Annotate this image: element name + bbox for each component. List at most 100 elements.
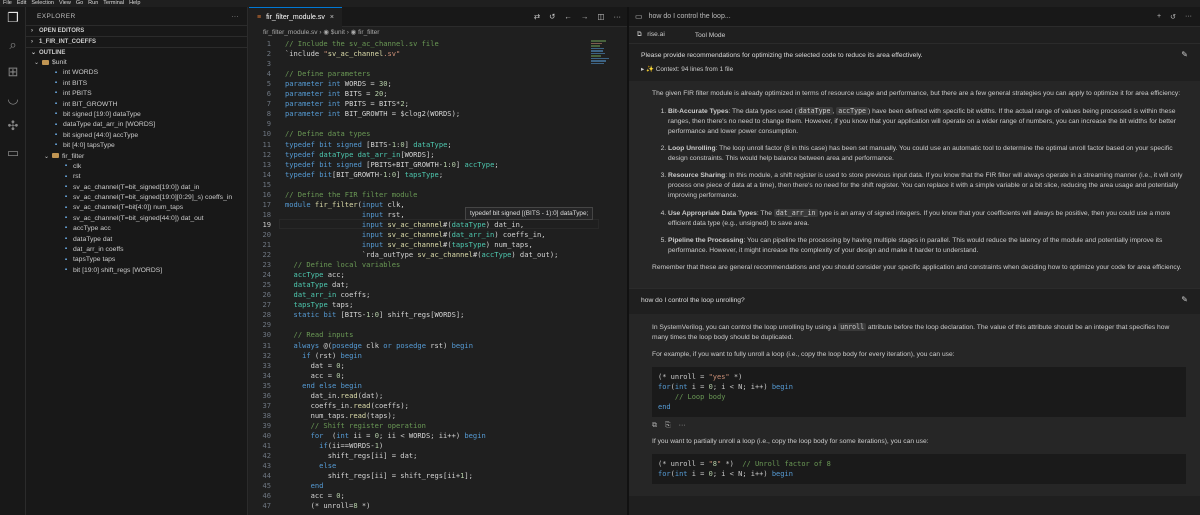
outline-item[interactable]: ▪ clk: [26, 162, 247, 172]
insert-icon[interactable]: ⎘: [665, 421, 671, 431]
split-editor-icon[interactable]: ◫: [597, 12, 604, 21]
outline-item[interactable]: ▪ int WORDS: [26, 68, 247, 78]
search-icon[interactable]: ⌕: [5, 37, 21, 53]
code-line[interactable]: dat_in.read(dat);: [285, 391, 384, 400]
code-line[interactable]: parameter int BITS = 20;: [285, 89, 388, 98]
code-line[interactable]: // Include the sv_ac_channel.sv file: [285, 39, 439, 48]
code-line[interactable]: module fir_filter(input clk,: [285, 200, 405, 209]
code-block[interactable]: (* unroll = "8" *) // Unroll factor of 8…: [652, 454, 1186, 484]
more-actions-icon[interactable]: ···: [231, 13, 239, 20]
tab-fir-filter-module[interactable]: ≡ fir_filter_module.sv ×: [249, 7, 342, 27]
more-icon[interactable]: ···: [679, 421, 686, 431]
code-line[interactable]: parameter int BIT_GROWTH = $clog2(WORDS)…: [285, 109, 460, 118]
outline-item[interactable]: ▪ sv_ac_channel(T=bit_signed[19:0][0:29]_…: [26, 193, 247, 203]
code-line[interactable]: static bit [BITS-1:0] shift_regs[WORDS];: [285, 310, 465, 319]
code-line[interactable]: if (rst) begin: [285, 351, 362, 360]
outline-item[interactable]: ▪ sv_ac_channel(T=bit_signed[44:0]) dat_o…: [26, 214, 247, 224]
outline-item[interactable]: ▪ bit [19:0] shift_regs [WORDS]: [26, 266, 247, 276]
menu-item-file[interactable]: File: [3, 0, 12, 7]
menu-item-help[interactable]: Help: [129, 0, 140, 7]
history-icon[interactable]: ↺: [1170, 13, 1176, 21]
open-editors-section[interactable]: › OPEN EDITORS: [26, 25, 247, 36]
code-line[interactable]: typedef dataType dat_arr_in[WORDS];: [285, 150, 435, 159]
outline-item[interactable]: ⌄ $unit: [26, 58, 247, 68]
code-line[interactable]: num_taps.read(taps);: [285, 411, 396, 420]
code-line[interactable]: // Define parameters: [285, 69, 370, 78]
code-line[interactable]: dat = 0;: [285, 361, 345, 370]
code-line[interactable]: input sv_ac_channel#(dataType) dat_in,: [285, 220, 524, 229]
outline-item[interactable]: ▪ bit signed [19:0] dataType: [26, 110, 247, 120]
outline-item[interactable]: ▪ dataType dat_arr_in [WORDS]: [26, 120, 247, 130]
folder-section[interactable]: › 1_FIR_INT_COEFFS: [26, 36, 247, 47]
code-line[interactable]: `include "sv_ac_channel.sv": [285, 49, 400, 58]
outline-section[interactable]: ⌄ OUTLINE: [26, 47, 247, 58]
code-line[interactable]: dat_arr_in coeffs;: [285, 290, 371, 299]
outline-item[interactable]: ▪ dat_arr_in coeffs: [26, 245, 247, 255]
menu-item-selection[interactable]: Selection: [31, 0, 54, 7]
menu-item-view[interactable]: View: [59, 0, 71, 7]
code-line[interactable]: typedef bit signed [PBITS+BIT_GROWTH-1:0…: [285, 160, 499, 169]
code-line[interactable]: shift_regs[ii] = dat;: [285, 451, 418, 460]
code-line[interactable]: if(ii==WORDS-1): [285, 441, 383, 450]
outline-item[interactable]: ▪ int PBITS: [26, 89, 247, 99]
outline-item[interactable]: ▪ tapsType taps: [26, 255, 247, 265]
outline-item[interactable]: ▪ int BITS: [26, 79, 247, 89]
tool-mode-label[interactable]: Tool Mode: [695, 32, 725, 39]
smiley-icon[interactable]: ◡: [5, 91, 21, 107]
outline-item[interactable]: ⌄ fir_filter: [26, 152, 247, 162]
outline-item[interactable]: ▪ bit [4:0] tapsType: [26, 141, 247, 151]
code-line[interactable]: `rda_outType sv_ac_channel#(accType) dat…: [285, 250, 559, 259]
code-line[interactable]: typedef bit signed [BITS-1:0] dataType;: [285, 140, 452, 149]
code-line[interactable]: parameter int PBITS = BITS*2;: [285, 99, 409, 108]
outline-item[interactable]: ▪ sv_ac_channel(T=bit_signed[19:0]) dat_i…: [26, 183, 247, 193]
puzzle-icon[interactable]: ✣: [5, 118, 21, 134]
code-line[interactable]: // Shift register operation: [285, 421, 426, 430]
code-line[interactable]: // Define the FIR filter module: [285, 190, 417, 199]
chat-icon[interactable]: ▭: [5, 145, 21, 161]
code-line[interactable]: // Define data types: [285, 129, 370, 138]
outline-item[interactable]: ▪ int BIT_GROWTH: [26, 100, 247, 110]
code-line[interactable]: input sv_ac_channel#(tapsType) num_taps,: [285, 240, 533, 249]
code-line[interactable]: input sv_ac_channel#(dat_arr_in) coeffs_…: [285, 230, 546, 239]
code-line[interactable]: tapsType taps;: [285, 300, 354, 309]
code-line[interactable]: acc = 0;: [285, 371, 345, 380]
menu-item-go[interactable]: Go: [76, 0, 83, 7]
outline-item[interactable]: ▪ sv_ac_channel(T=bit[4:0]) num_taps: [26, 203, 247, 213]
minimap[interactable]: [591, 39, 613, 79]
copy-icon[interactable]: ⧉: [652, 421, 657, 431]
code-line[interactable]: // Read inputs: [285, 330, 354, 339]
outline-item[interactable]: ▪ accType acc: [26, 224, 247, 234]
model-label[interactable]: ⧉ rise.ai: [637, 31, 665, 39]
code-line[interactable]: for (int ii = 0; ii < WORDS; ii++) begin: [285, 431, 486, 440]
code-line[interactable]: accType acc;: [285, 270, 345, 279]
code-line[interactable]: always @(posedge clk or posedge rst) beg…: [285, 341, 473, 350]
outline-item[interactable]: ▪ rst: [26, 172, 247, 182]
compare-icon[interactable]: ⇄: [534, 12, 540, 21]
code-area[interactable]: 1 // Include the sv_ac_channel.sv file 2 `i…: [249, 39, 627, 515]
edit-icon[interactable]: ✎: [1181, 295, 1188, 304]
menu-item-terminal[interactable]: Terminal: [103, 0, 124, 7]
code-line[interactable]: dataType dat;: [285, 280, 350, 289]
menu-item-edit[interactable]: Edit: [17, 0, 26, 7]
code-line[interactable]: shift_regs[ii] = shift_regs[ii+1];: [285, 471, 473, 480]
menu-item-run[interactable]: Run: [88, 0, 98, 7]
code-block[interactable]: (* unroll = "yes" *) for(int i = 0; i < …: [652, 367, 1186, 417]
breadcrumb[interactable]: fir_filter_module.sv › ◉ $unit › ◉ fir_f…: [249, 27, 627, 39]
code-line[interactable]: coeffs_in.read(coeffs);: [285, 401, 409, 410]
explorer-icon[interactable]: ❐: [5, 10, 21, 26]
extensions-icon[interactable]: ⊞: [5, 64, 21, 80]
forward-icon[interactable]: →: [581, 12, 589, 21]
code-line[interactable]: end: [285, 481, 324, 490]
outline-item[interactable]: ▪ bit signed [44:0] accType: [26, 131, 247, 141]
edit-icon[interactable]: ✎: [1181, 50, 1188, 59]
chat-tab[interactable]: ▭ how do I control the loop... + ↺ ···: [629, 7, 1200, 27]
code-line[interactable]: (* unroll=8 *): [285, 501, 371, 510]
code-line[interactable]: end else begin: [285, 381, 362, 390]
more-icon[interactable]: ···: [1185, 13, 1192, 21]
code-line[interactable]: acc = 0;: [285, 491, 345, 500]
code-line[interactable]: parameter int WORDS = 30;: [285, 79, 392, 88]
code-line[interactable]: else: [285, 461, 336, 470]
code-line[interactable]: input rst,: [285, 210, 405, 219]
context-toggle[interactable]: ▸ ✨ Context: 94 lines from 1 file: [629, 63, 1200, 81]
history-icon[interactable]: ↺: [549, 12, 555, 21]
